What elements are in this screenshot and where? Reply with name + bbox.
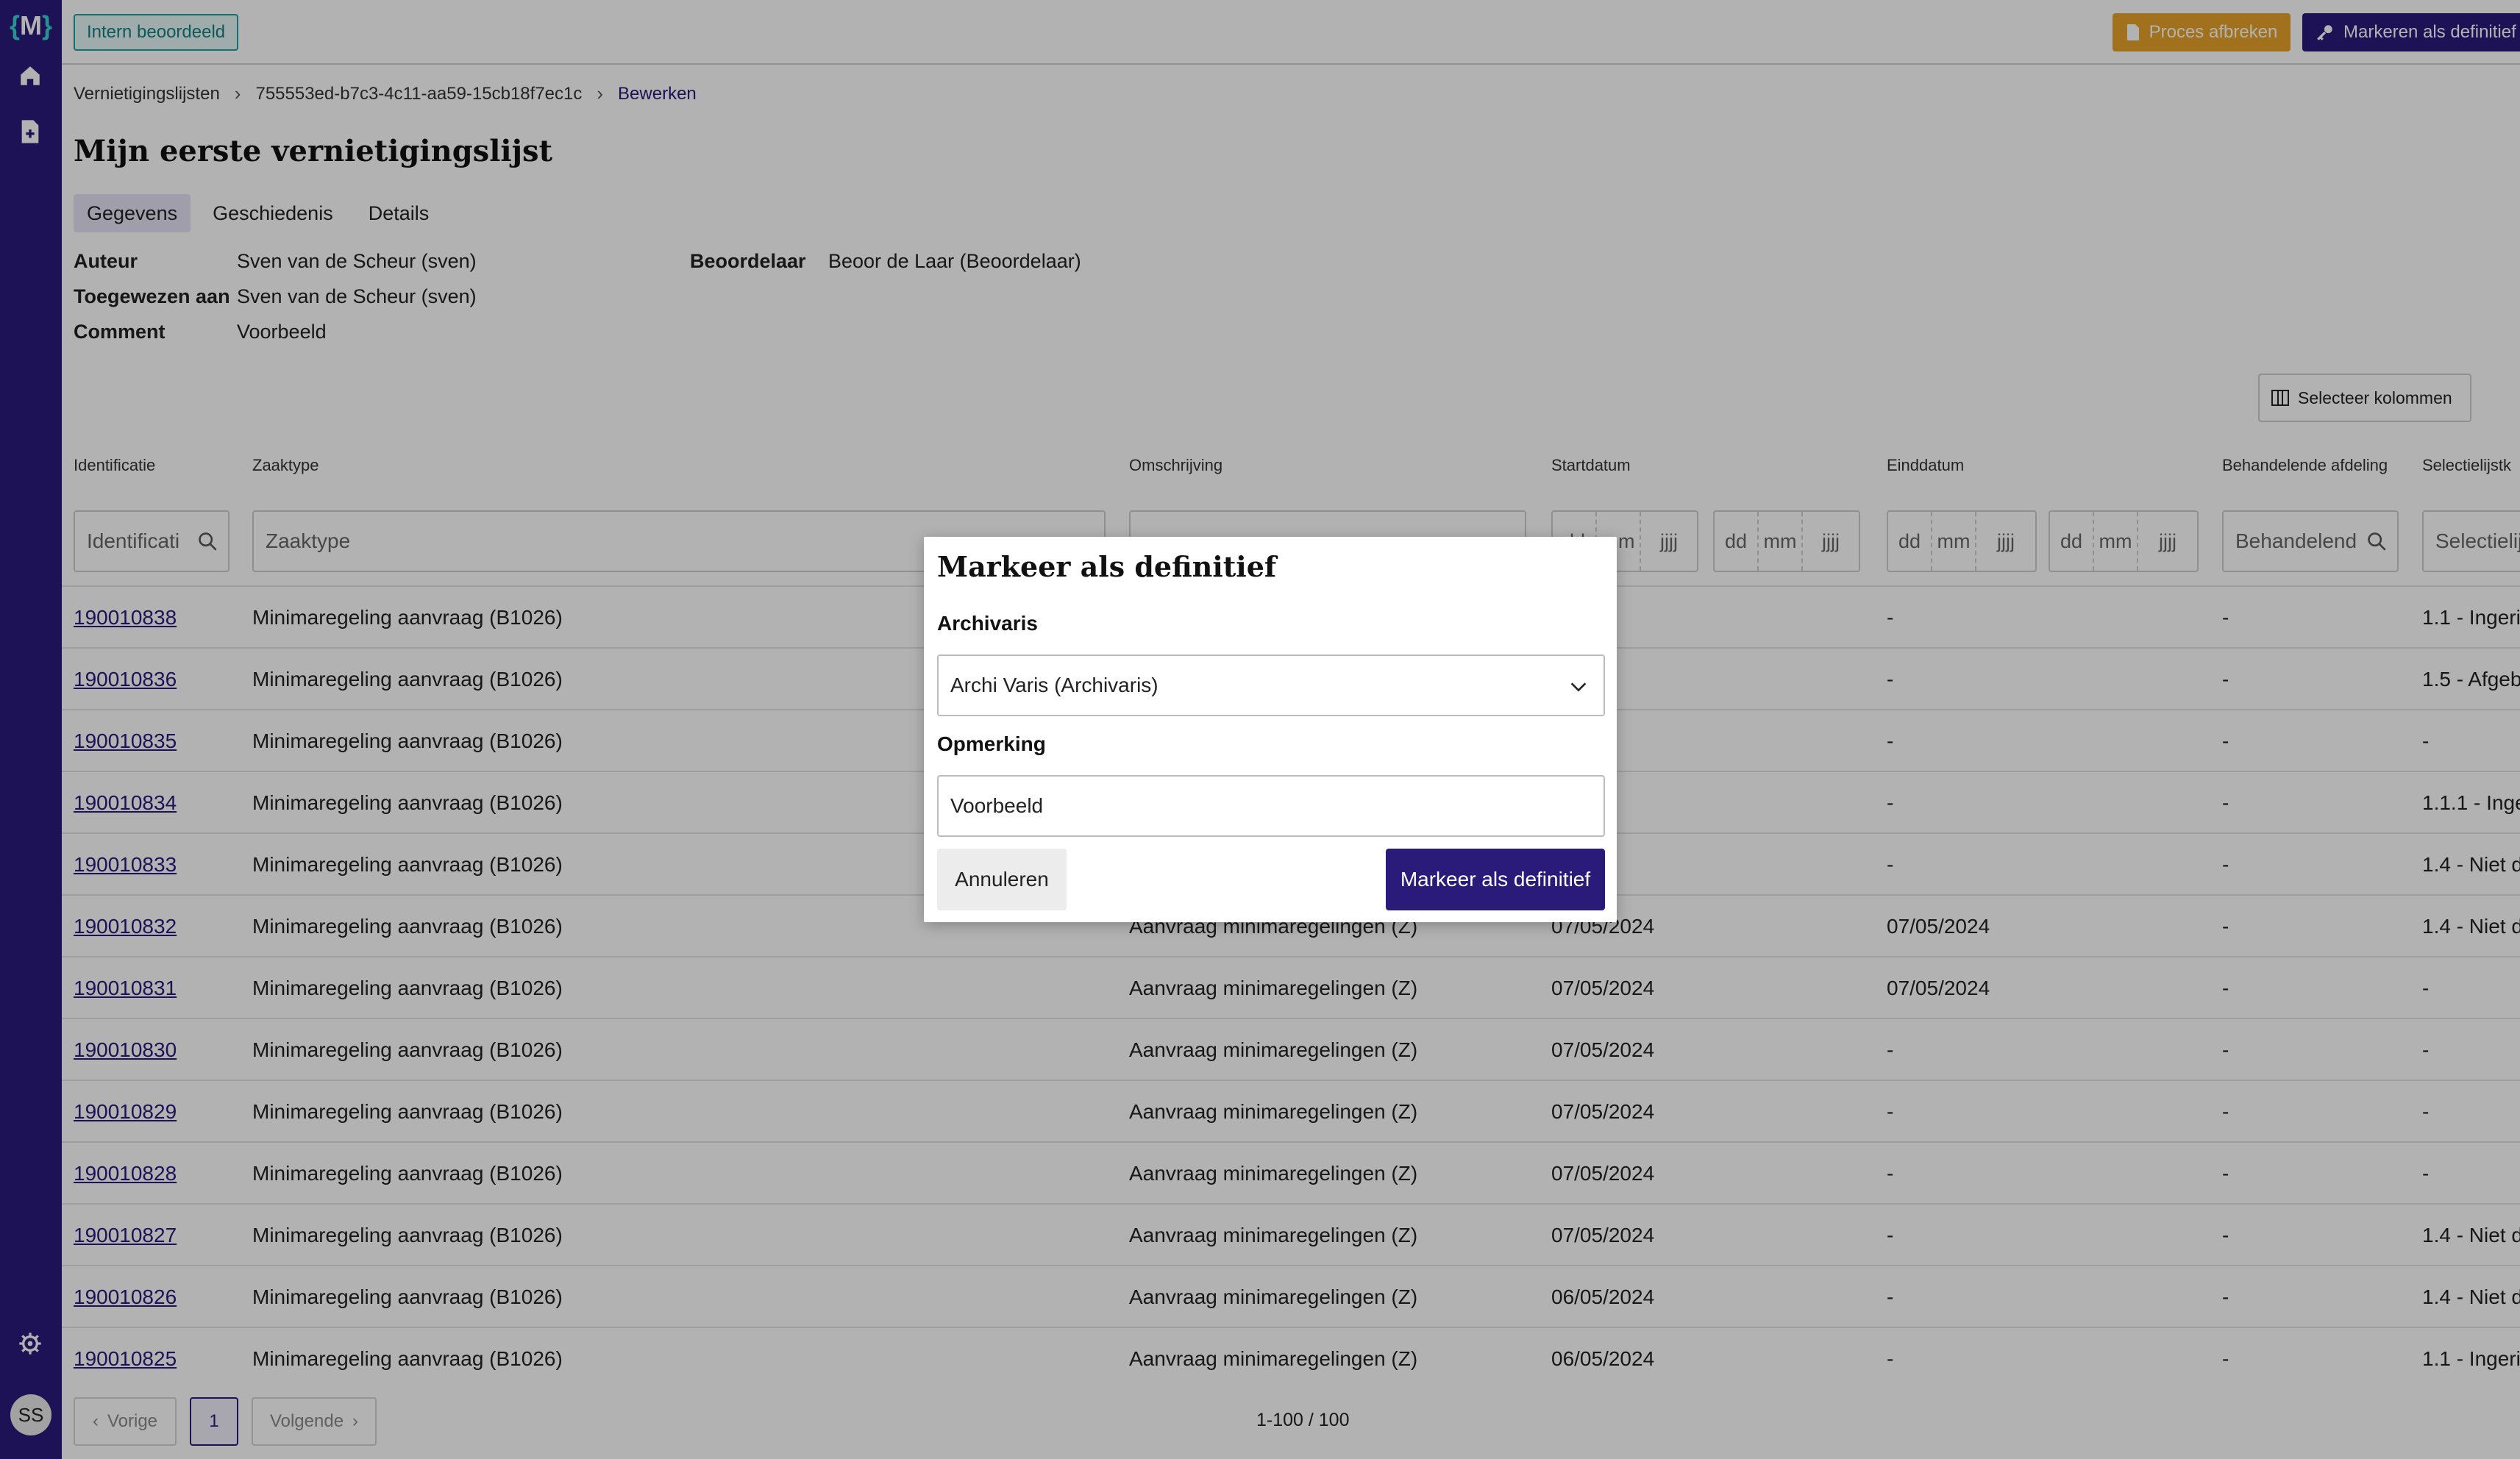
opmerking-input-value: Voorbeeld [950,794,1044,817]
mark-final-dialog: Markeer als definitief Archivaris Archi … [924,537,1617,922]
archivaris-selected-value: Archi Varis (Archivaris) [950,674,1158,696]
cancel-button[interactable]: Annuleren [937,849,1067,910]
dialog-title: Markeer als definitief [937,550,1277,583]
archivaris-label: Archivaris [937,612,1038,635]
confirm-mark-final-button[interactable]: Markeer als definitief [1386,849,1605,910]
archivaris-select[interactable]: Archi Varis (Archivaris) [937,654,1605,716]
opmerking-label: Opmerking [937,732,1046,755]
chevron-down-icon [1570,682,1587,692]
opmerking-input[interactable]: Voorbeeld [937,775,1605,837]
